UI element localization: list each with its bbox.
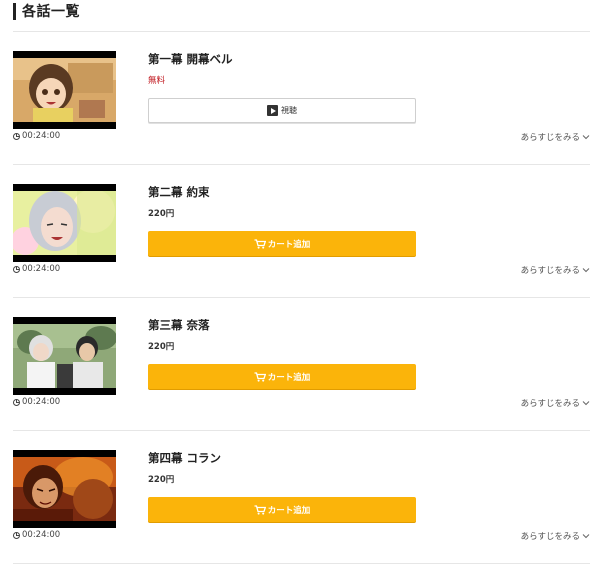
synopsis-toggle[interactable]: あらすじをみる xyxy=(521,530,590,542)
chevron-down-icon xyxy=(582,401,590,406)
section-header: 各話一覧 xyxy=(13,2,80,20)
clock-icon xyxy=(13,265,20,273)
cart-icon xyxy=(254,238,266,249)
episode-row-1: 00:24:00 第一幕 開幕ベル 無料 視聴 あらすじをみる xyxy=(13,32,590,165)
episode-duration: 00:24:00 xyxy=(13,263,60,275)
add-to-cart-button[interactable]: カート追加 xyxy=(148,231,416,256)
episode-thumbnail-1[interactable] xyxy=(13,51,116,129)
cart-icon xyxy=(254,371,266,382)
episode-duration: 00:24:00 xyxy=(13,529,60,541)
add-to-cart-button[interactable]: カート追加 xyxy=(148,497,416,522)
synopsis-toggle[interactable]: あらすじをみる xyxy=(521,264,590,276)
synopsis-toggle[interactable]: あらすじをみる xyxy=(521,131,590,143)
section-title: 各話一覧 xyxy=(22,4,80,20)
episode-price: 220円 xyxy=(148,475,175,485)
synopsis-label: あらすじをみる xyxy=(520,266,580,276)
episode-price: 無料 xyxy=(148,76,166,86)
duration-text: 00:24:00 xyxy=(22,264,61,274)
duration-text: 00:24:00 xyxy=(22,131,61,141)
clock-icon xyxy=(13,132,20,140)
chevron-down-icon xyxy=(582,534,590,539)
episode-duration: 00:24:00 xyxy=(13,396,60,408)
episode-price: 220円 xyxy=(148,342,175,352)
add-to-cart-button[interactable]: カート追加 xyxy=(148,364,416,389)
watch-button[interactable]: 視聴 xyxy=(148,98,416,123)
episode-thumbnail-2[interactable] xyxy=(13,184,116,262)
episode-row-3: 00:24:00 第三幕 奈落 220円 カート追加 あらすじをみる xyxy=(13,298,590,431)
episode-row-2: 00:24:00 第二幕 約束 220円 カート追加 あらすじをみる xyxy=(13,165,590,298)
synopsis-toggle[interactable]: あらすじをみる xyxy=(521,397,590,409)
cart-icon xyxy=(254,504,266,515)
play-icon xyxy=(267,105,278,116)
synopsis-label: あらすじをみる xyxy=(520,399,580,409)
cart-button-label: カート追加 xyxy=(267,372,311,383)
episode-duration: 00:24:00 xyxy=(13,130,60,142)
cart-button-label: カート追加 xyxy=(267,239,311,250)
episode-row-4: 00:24:00 第四幕 コラン 220円 カート追加 あらすじをみる xyxy=(13,431,590,564)
duration-text: 00:24:00 xyxy=(22,397,61,407)
episode-thumbnail-4[interactable] xyxy=(13,450,116,528)
episode-title[interactable]: 第三幕 奈落 xyxy=(148,317,210,333)
watch-button-label: 視聴 xyxy=(281,106,297,115)
chevron-down-icon xyxy=(582,268,590,273)
episode-price: 220円 xyxy=(148,209,175,219)
section-bar xyxy=(13,2,16,20)
cart-button-label: カート追加 xyxy=(267,505,311,516)
episode-title[interactable]: 第二幕 約束 xyxy=(148,184,210,200)
synopsis-label: あらすじをみる xyxy=(520,532,580,542)
episode-divider xyxy=(13,563,590,564)
clock-icon xyxy=(13,531,20,539)
episode-title[interactable]: 第四幕 コラン xyxy=(148,450,221,466)
chevron-down-icon xyxy=(582,135,590,140)
episode-title[interactable]: 第一幕 開幕ベル xyxy=(148,51,233,67)
duration-text: 00:24:00 xyxy=(22,530,61,540)
clock-icon xyxy=(13,398,20,406)
synopsis-label: あらすじをみる xyxy=(520,133,580,143)
episode-thumbnail-3[interactable] xyxy=(13,317,116,395)
